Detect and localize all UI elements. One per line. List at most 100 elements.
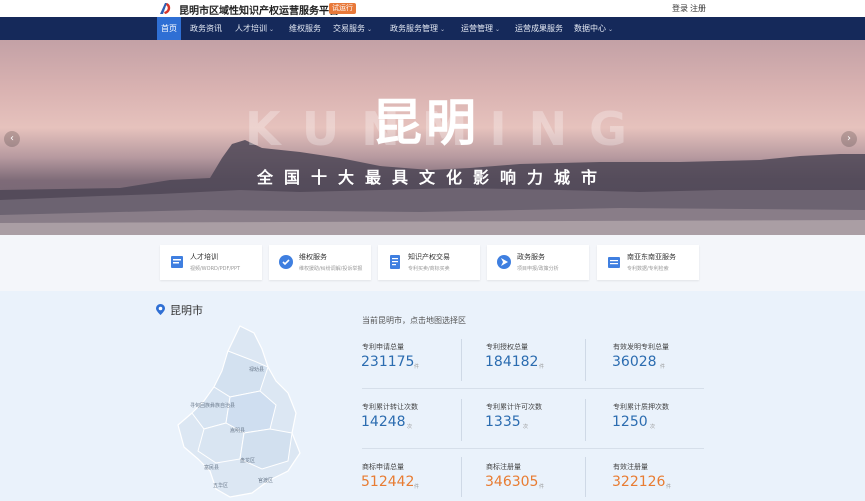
carousel-next-button[interactable]: › xyxy=(841,131,857,147)
stat-unit: 件 xyxy=(539,364,545,370)
divider xyxy=(461,457,462,497)
service-card-subtitle: 项目申报/政策分析 xyxy=(517,266,559,272)
map-label[interactable]: 五华区 xyxy=(213,482,228,489)
location-pin-icon xyxy=(156,304,165,315)
service-card-subtitle: 专利买卖/商标买卖 xyxy=(408,266,450,272)
nav-item-data-center[interactable]: 数据中心 ⌄ xyxy=(570,17,617,40)
service-card-gov[interactable]: 政务服务 项目申报/政策分析 xyxy=(487,245,589,280)
main-nav: 首页 政务资讯 人才培训 ⌄ 维权服务 交易服务 ⌄ 政务服务管理 ⌄ 运营管理 ⌄ 运… xyxy=(0,17,865,40)
service-card-subtitle: 专利数据/专利检索 xyxy=(627,266,669,272)
stat-label: 商标注册量 xyxy=(486,463,521,471)
service-card-asia[interactable]: 南亚东南亚服务 专利数据/专利检索 xyxy=(597,245,699,280)
stat-unit: 次 xyxy=(407,424,413,430)
nav-item-operations[interactable]: 运营管理 ⌄ xyxy=(457,17,504,40)
platform-logo-icon[interactable] xyxy=(158,1,174,16)
nav-label: 交易服务 xyxy=(333,24,365,33)
nav-item-home[interactable]: 首页 xyxy=(157,17,181,40)
send-icon xyxy=(495,253,513,271)
divider xyxy=(362,388,704,389)
service-card-title: 政务服务 xyxy=(517,253,545,261)
stat-value: 36028 xyxy=(612,354,657,370)
banner-slogan: 全国十大最具文化影响力城市 xyxy=(256,168,608,187)
map-label[interactable]: 禄劝县 xyxy=(249,366,264,373)
chevron-down-icon: ⌄ xyxy=(367,26,373,33)
stat-value: 512442 xyxy=(361,474,415,490)
map-label[interactable]: 寻甸回族彝族自治县 xyxy=(190,402,235,409)
divider xyxy=(362,448,704,449)
map-label[interactable]: 富民县 xyxy=(204,464,219,471)
nav-item-gov-service[interactable]: 政务服务管理 ⌄ xyxy=(386,17,449,40)
chevron-down-icon: ⌄ xyxy=(608,26,614,33)
service-card-title: 南亚东南亚服务 xyxy=(627,253,676,261)
top-bar: 昆明市区域性知识产权运营服务平台 试运行 登录 注册 xyxy=(0,0,865,17)
nav-label: 首页 xyxy=(161,24,177,33)
hero-banner[interactable]: KUNMING 昆明 全国十大最具文化影响力城市 ‹ › xyxy=(0,40,865,235)
stat-unit: 件 xyxy=(414,364,420,370)
map-label[interactable]: 盘龙区 xyxy=(240,457,255,464)
banner-title: 昆明 xyxy=(372,93,480,152)
nav-item-trade[interactable]: 交易服务 ⌄ xyxy=(329,17,376,40)
map-hint: 当前昆明市，点击地图选择区 xyxy=(362,316,466,325)
stat-unit: 次 xyxy=(650,424,656,430)
stat-label: 专利累计许可次数 xyxy=(486,403,542,411)
map-label[interactable]: 嵩明县 xyxy=(230,427,245,434)
nav-item-training[interactable]: 人才培训 ⌄ xyxy=(231,17,278,40)
stat-value: 1250 xyxy=(612,414,648,430)
stat-label: 有效注册量 xyxy=(613,463,648,471)
chevron-down-icon: ⌄ xyxy=(440,26,446,33)
nav-item-results[interactable]: 运营成果服务 xyxy=(511,17,567,40)
nav-label: 运营管理 xyxy=(461,24,493,33)
service-cards: 人才培训 视频/WORD/PDF/PPT 维权服务 维权援助/纠纷调解/投诉举报… xyxy=(0,235,865,291)
nav-label: 数据中心 xyxy=(574,24,606,33)
service-card-subtitle: 维权援助/纠纷调解/投诉举报 xyxy=(299,266,363,272)
nav-label: 维权服务 xyxy=(289,24,321,33)
stat-unit: 件 xyxy=(666,484,672,490)
folder-icon xyxy=(605,253,623,271)
location-name: 昆明市 xyxy=(170,304,203,317)
stat-unit: 件 xyxy=(414,484,420,490)
service-card-subtitle: 视频/WORD/PDF/PPT xyxy=(190,266,241,272)
login-link[interactable]: 登录 xyxy=(672,3,688,14)
nav-label: 人才培训 xyxy=(235,24,267,33)
nav-label: 政务资讯 xyxy=(190,24,222,33)
service-card-training[interactable]: 人才培训 视频/WORD/PDF/PPT xyxy=(160,245,262,280)
service-card-title: 人才培训 xyxy=(190,253,218,261)
stat-label: 有效发明专利总量 xyxy=(613,343,669,351)
nav-label: 政务服务管理 xyxy=(390,24,438,33)
divider xyxy=(585,457,586,497)
stat-unit: 件 xyxy=(539,484,545,490)
stat-value: 346305 xyxy=(485,474,539,490)
carousel-prev-button[interactable]: ‹ xyxy=(4,131,20,147)
service-card-trade[interactable]: 知识产权交易 专利买卖/商标买卖 xyxy=(378,245,480,280)
stat-value: 231175 xyxy=(361,354,415,370)
stat-label: 专利累计质押次数 xyxy=(613,403,669,411)
nav-label: 运营成果服务 xyxy=(515,24,563,33)
shield-icon xyxy=(277,253,295,271)
stat-unit: 件 xyxy=(660,364,666,370)
map-label[interactable]: 官渡区 xyxy=(258,477,273,484)
divider xyxy=(461,399,462,441)
nav-item-gov-news[interactable]: 政务资讯 xyxy=(186,17,226,40)
service-card-rights[interactable]: 维权服务 维权援助/纠纷调解/投诉举报 xyxy=(269,245,371,280)
chevron-down-icon: ⌄ xyxy=(269,26,275,33)
chevron-down-icon: ⌄ xyxy=(495,26,501,33)
divider xyxy=(585,399,586,441)
nav-item-rights[interactable]: 维权服务 xyxy=(285,17,325,40)
stat-label: 商标申请总量 xyxy=(362,463,404,471)
document-icon xyxy=(386,253,404,271)
stat-label: 专利申请总量 xyxy=(362,343,404,351)
divider xyxy=(585,339,586,381)
service-card-title: 维权服务 xyxy=(299,253,327,261)
stat-value: 14248 xyxy=(361,414,406,430)
trial-badge: 试运行 xyxy=(329,3,356,14)
register-link[interactable]: 注册 xyxy=(690,3,706,14)
stats-section: 昆明市 禄劝县 寻甸回族彝族自治县 嵩明县 富民县 五华区 官渡区 盘龙区 当前… xyxy=(0,291,865,501)
stat-value: 184182 xyxy=(485,354,539,370)
service-card-title: 知识产权交易 xyxy=(408,253,450,261)
stat-unit: 次 xyxy=(523,424,529,430)
stat-label: 专利授权总量 xyxy=(486,343,528,351)
stat-value: 1335 xyxy=(485,414,521,430)
site-title[interactable]: 昆明市区域性知识产权运营服务平台 xyxy=(179,2,339,17)
district-map[interactable] xyxy=(170,321,310,501)
book-icon xyxy=(168,253,186,271)
